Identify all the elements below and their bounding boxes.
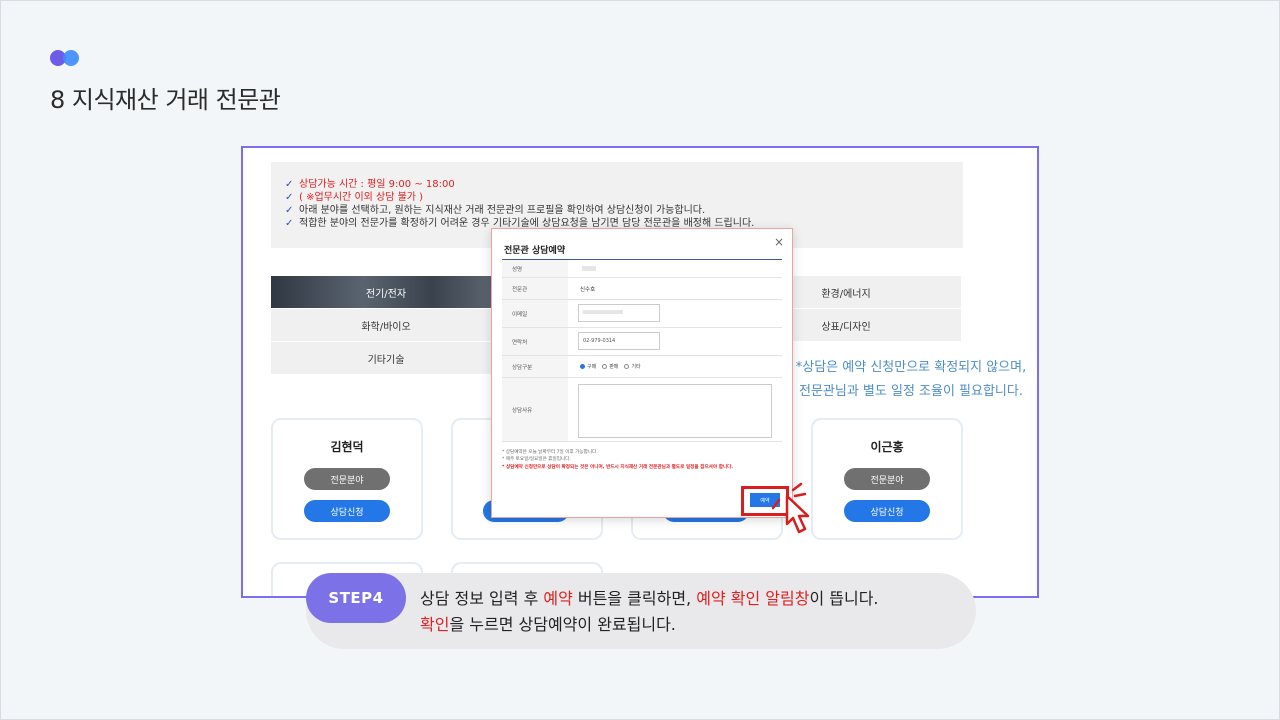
label-type: 상담구분 — [502, 356, 568, 377]
step-badge: STEP4 — [306, 573, 406, 623]
step-text-part: 을 누르면 상담예약이 완료됩니다. — [449, 615, 676, 634]
check-icon: ✓ — [285, 205, 294, 216]
expert-card: 김현덕 전문분야 상담신청 — [271, 418, 423, 540]
notice-text: ( ※업무시간 이외 상담 불가 ) — [299, 192, 424, 203]
email-field[interactable] — [578, 304, 660, 322]
modal-title: 전문관 상담예약 — [504, 246, 566, 256]
notice-line: ✓ 상담가능 시간 : 평일 9:00 ~ 18:00 — [285, 178, 963, 191]
blurred-email — [583, 310, 623, 314]
row-name: 성명 — [502, 260, 782, 278]
blurred-name — [582, 266, 596, 271]
label-expert: 전문관 — [502, 278, 568, 299]
notice-text: 아래 분야를 선택하고, 원하는 지식재산 거래 전문관의 프로필을 확인하여 … — [299, 205, 706, 216]
blue-dot — [63, 50, 79, 66]
notice-line: ✓ ( ※업무시간 이외 상담 불가 ) — [285, 191, 963, 204]
pointer-cursor-icon — [771, 482, 810, 534]
row-expert: 전문관 신수호 — [502, 278, 782, 300]
modal-note: * 상담예약은 오늘 날짜부터 7일 이후 가능합니다. — [502, 450, 598, 455]
type-radio-group: 구매 판매 기타 — [580, 363, 641, 370]
label-reason: 상담사유 — [502, 378, 568, 441]
row-email: 이메일 — [502, 300, 782, 328]
step-text-highlight: 예약 — [543, 589, 573, 608]
radio-buy[interactable]: 구매 — [580, 363, 596, 370]
close-icon[interactable]: × — [774, 235, 784, 249]
radio-label: 구매 — [587, 364, 597, 370]
step-text-part: 버튼을 클릭하면, — [572, 589, 697, 608]
page-title: 8 지식재산 거래 전문관 — [50, 86, 281, 114]
step-line-1: 상담 정보 입력 후 예약 버튼을 클릭하면, 예약 확인 알림창이 뜹니다. — [420, 586, 879, 612]
side-note: *상담은 예약 신청만으로 확정되지 않으며, 전문관님과 별도 일정 조율이 … — [791, 356, 1031, 404]
expert-name: 이근홍 — [870, 440, 904, 454]
check-icon: ✓ — [285, 218, 294, 229]
step-text-highlight: 확인 — [420, 615, 450, 634]
radio-checked-icon — [580, 364, 585, 369]
category-other[interactable]: 기타기술 — [271, 342, 501, 374]
expert-card: 이근홍 전문분야 상담신청 — [811, 418, 963, 540]
reason-textarea[interactable] — [578, 384, 772, 438]
expert-value: 신수호 — [580, 287, 596, 293]
step-description: 상담 정보 입력 후 예약 버튼을 클릭하면, 예약 확인 알림창이 뜹니다. … — [420, 586, 879, 638]
radio-label: 기타 — [631, 364, 641, 370]
radio-icon — [624, 364, 630, 369]
logo-dots — [50, 50, 82, 66]
row-phone: 연락처 02-979-0314 — [502, 328, 782, 356]
check-icon: ✓ — [285, 179, 294, 190]
reservation-modal: 전문관 상담예약 × 성명 전문관 신수호 이메일 연락처 02-979-031… — [491, 228, 793, 518]
field-button[interactable]: 전문분야 — [304, 468, 390, 490]
label-email: 이메일 — [502, 300, 568, 327]
row-type: 상담구분 구매 판매 기타 — [502, 356, 782, 378]
phone-field[interactable]: 02-979-0314 — [578, 332, 660, 350]
label-phone: 연락처 — [502, 328, 568, 355]
modal-note-red: * 상담예약 신청만으로 상담이 확정되는 것은 아니며, 반드시 지식재산 거… — [502, 465, 734, 470]
category-electric[interactable]: 전기/전자 — [271, 276, 501, 308]
side-note-line: 전문관님과 별도 일정 조율이 필요합니다. — [799, 384, 1023, 399]
label-name: 성명 — [502, 260, 568, 277]
step-text-part: 상담 정보 입력 후 — [420, 589, 544, 608]
field-button[interactable]: 전문분야 — [844, 468, 930, 490]
radio-label: 판매 — [609, 364, 619, 370]
screenshot-frame: ✓ 상담가능 시간 : 평일 9:00 ~ 18:00 ✓ ( ※업무시간 이외 상… — [241, 146, 1039, 598]
notice-line: ✓ 아래 분야를 선택하고, 원하는 지식재산 거래 전문관의 프로필을 확인하여… — [285, 204, 963, 217]
radio-icon — [602, 364, 608, 369]
expert-name: 김현덕 — [330, 440, 364, 454]
notice-text: 상담가능 시간 : 평일 9:00 ~ 18:00 — [299, 179, 455, 190]
apply-button[interactable]: 상담신청 — [844, 500, 930, 522]
radio-other[interactable]: 기타 — [624, 363, 641, 370]
step-line-2: 확인을 누르면 상담예약이 완료됩니다. — [420, 612, 879, 638]
check-icon: ✓ — [285, 192, 294, 203]
side-note-line: *상담은 예약 신청만으로 확정되지 않으며, — [795, 360, 1027, 375]
modal-note: * 매주 토요일/일요일은 휴일입니다. — [502, 457, 571, 462]
radio-sell[interactable]: 판매 — [602, 363, 618, 370]
step-text-highlight: 예약 확인 알림창 — [696, 589, 810, 608]
apply-button[interactable]: 상담신청 — [304, 500, 390, 522]
row-reason: 상담사유 — [502, 378, 782, 442]
step-text-part: 이 뜹니다. — [809, 589, 879, 608]
category-chemistry[interactable]: 화학/바이오 — [271, 309, 501, 341]
